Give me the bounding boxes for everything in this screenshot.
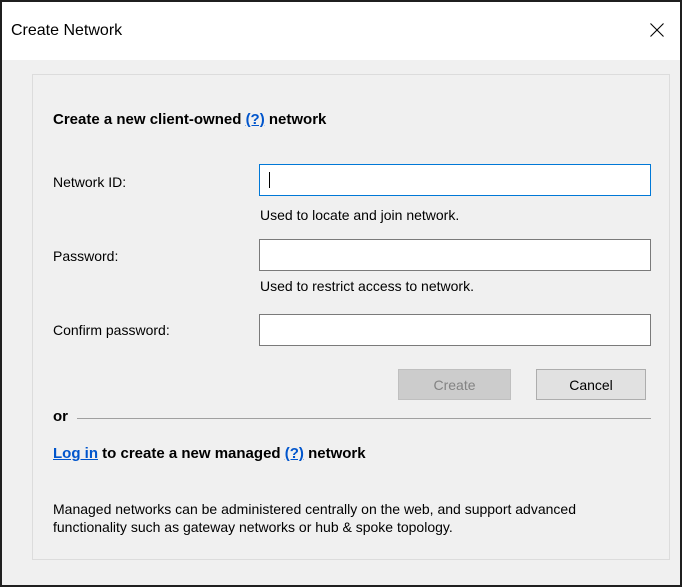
password-input[interactable] [259, 239, 651, 271]
client-owned-heading: Create a new client-owned (?) network [53, 111, 326, 128]
close-button[interactable] [634, 2, 680, 58]
password-label: Password: [53, 248, 119, 264]
window-title: Create Network [11, 22, 123, 39]
title-bar: Create Network [2, 2, 680, 60]
client-owned-help-link[interactable]: (?) [246, 111, 265, 128]
log-in-link[interactable]: Log in [53, 445, 98, 462]
managed-description: Managed networks can be administered cen… [53, 501, 576, 535]
confirm-password-label: Confirm password: [53, 322, 170, 338]
create-network-dialog: Create Network Create a new client-owned… [0, 0, 682, 587]
network-id-input[interactable] [259, 164, 651, 196]
network-id-hint: Used to locate and join network. [260, 207, 460, 223]
separator-line [77, 418, 651, 419]
managed-help-link[interactable]: (?) [285, 445, 304, 462]
client-owned-heading-suffix: network [268, 111, 327, 128]
or-label: or [53, 408, 68, 425]
managed-heading-suffix: network [308, 445, 366, 462]
network-panel: Create a new client-owned (?) network Ne… [32, 74, 670, 560]
text-caret [269, 172, 270, 188]
or-separator: or [53, 408, 651, 428]
cancel-button[interactable]: Cancel [536, 369, 646, 400]
create-button[interactable]: Create [398, 369, 511, 400]
managed-heading: Log in to create a new managed (?) netwo… [53, 445, 366, 462]
dialog-content: Create a new client-owned (?) network Ne… [2, 60, 680, 585]
client-owned-heading-prefix: Create a new client-owned [53, 111, 242, 128]
confirm-password-input[interactable] [259, 314, 651, 346]
network-id-label: Network ID: [53, 174, 127, 190]
close-icon [650, 23, 664, 37]
managed-heading-middle: to create a new managed [102, 445, 281, 462]
password-hint: Used to restrict access to network. [260, 278, 474, 294]
